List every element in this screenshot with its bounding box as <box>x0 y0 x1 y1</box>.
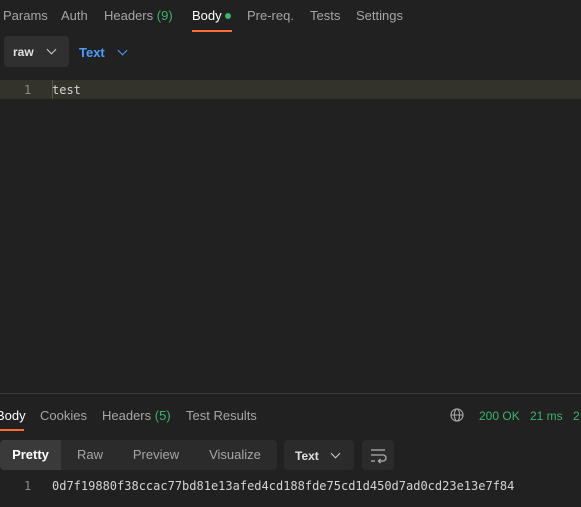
response-headers-label: Headers <box>102 408 152 423</box>
response-time[interactable]: 21 ms <box>530 409 563 423</box>
tab-body[interactable]: Body <box>192 8 222 32</box>
view-raw-button[interactable]: Raw <box>61 440 119 470</box>
response-line-number: 1 <box>24 479 32 493</box>
response-tab-body[interactable]: Body <box>0 408 26 423</box>
pane-divider[interactable] <box>0 393 581 394</box>
tab-params[interactable]: Params <box>3 8 48 32</box>
response-tab-cookies[interactable]: Cookies <box>40 408 87 423</box>
response-headers-count: (5) <box>154 408 171 423</box>
tab-headers[interactable]: Headers (9) <box>104 8 173 32</box>
chevron-down-icon <box>117 45 128 56</box>
request-tabs: Params Auth Headers (9) Body Pre-req. Te… <box>0 0 581 33</box>
editor-active-line <box>0 80 581 99</box>
view-pretty-button[interactable]: Pretty <box>0 440 61 470</box>
response-size[interactable]: 2 <box>573 409 580 423</box>
tab-tests[interactable]: Tests <box>310 8 340 32</box>
response-tab-headers[interactable]: Headers (5) <box>102 408 171 423</box>
body-language-dropdown[interactable]: Text <box>79 36 139 67</box>
response-status[interactable]: 200 OK <box>479 409 520 423</box>
wrap-lines-icon <box>371 449 387 464</box>
body-modified-dot <box>225 13 231 19</box>
response-tab-test-results[interactable]: Test Results <box>186 408 257 423</box>
response-body-text[interactable]: 0d7f19880f38ccac77bd81e13afed4cd188fde75… <box>52 479 514 493</box>
tab-auth[interactable]: Auth <box>61 8 88 32</box>
active-tab-indicator <box>192 30 232 32</box>
body-mode-label: raw <box>13 45 34 59</box>
tab-headers-label: Headers <box>104 8 154 23</box>
view-visualize-button[interactable]: Visualize <box>193 440 277 470</box>
response-format-label: Text <box>295 449 319 463</box>
editor-line-text[interactable]: test <box>52 83 81 97</box>
response-format-dropdown[interactable]: Text <box>284 440 354 470</box>
wrap-lines-button[interactable] <box>362 440 394 470</box>
view-preview-button[interactable]: Preview <box>119 440 193 470</box>
tab-pre-request[interactable]: Pre-req. <box>247 8 294 32</box>
editor-line-number: 1 <box>24 83 32 97</box>
response-active-tab-indicator <box>0 429 24 431</box>
body-mode-dropdown[interactable]: raw <box>4 36 69 67</box>
chevron-down-icon <box>46 44 57 55</box>
tab-headers-count: (9) <box>156 8 173 23</box>
globe-icon[interactable] <box>450 408 464 422</box>
body-language-label: Text <box>79 45 105 60</box>
tab-settings[interactable]: Settings <box>356 8 403 32</box>
chevron-down-icon <box>330 448 341 459</box>
